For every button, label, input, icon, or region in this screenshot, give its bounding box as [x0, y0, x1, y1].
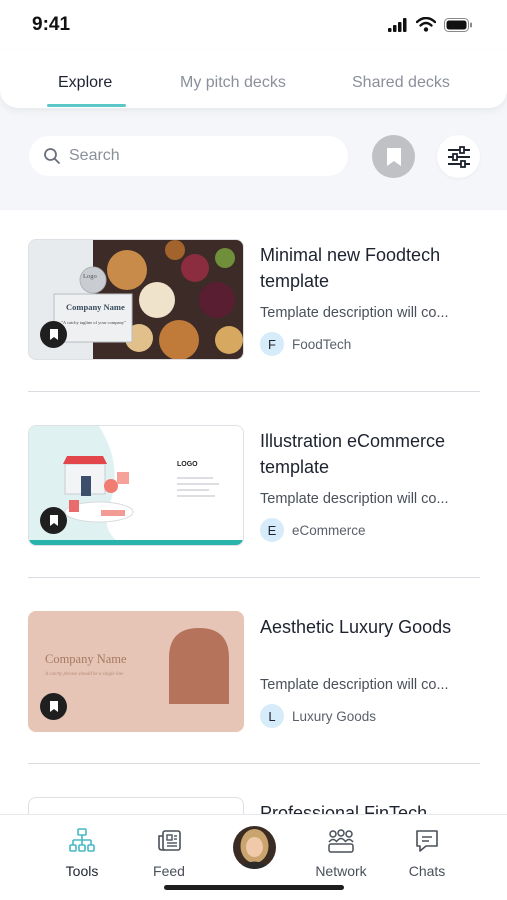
chat-icon — [416, 830, 438, 852]
template-title[interactable]: Illustration eCommerce template — [260, 428, 480, 480]
wifi-icon — [416, 17, 436, 32]
home-indicator — [164, 885, 344, 890]
bookmark-icon — [49, 701, 58, 712]
bottom-nav: Tools Feed Network Chats — [0, 814, 507, 900]
tab-shared-decks[interactable]: Shared decks — [352, 74, 450, 92]
search-input[interactable] — [69, 136, 329, 176]
search-box[interactable] — [29, 136, 348, 176]
feed-icon — [158, 830, 181, 851]
thumb-logo-text: Logo — [83, 273, 97, 280]
signal-icon — [388, 17, 407, 32]
bookmark-icon — [49, 515, 58, 526]
category-badge: F — [260, 332, 284, 356]
tab-explore[interactable]: Explore — [58, 74, 112, 92]
bookmark-filter-button[interactable] — [372, 135, 415, 178]
nav-label: Chats — [408, 863, 446, 879]
status-time: 9:41 — [32, 14, 71, 35]
template-card[interactable]: Professional FinTech — [0, 797, 507, 814]
battery-icon — [444, 17, 472, 32]
category-badge: E — [260, 518, 284, 542]
nav-chats[interactable]: Chats — [387, 827, 467, 879]
hierarchy-icon — [69, 828, 95, 852]
thumb-tagline: "A catchy tagline of your company" — [61, 320, 126, 325]
search-icon — [44, 148, 60, 164]
thumb-tagline: A catchy phrase should be a single line — [45, 672, 124, 677]
divider — [28, 577, 480, 578]
template-title[interactable]: Aesthetic Luxury Goods — [260, 614, 480, 640]
sliders-icon — [447, 145, 470, 168]
template-description: Template description will co... — [260, 491, 449, 507]
nav-feed[interactable]: Feed — [129, 827, 209, 879]
template-thumbnail[interactable]: Company Name A catchy phrase should be a… — [28, 611, 244, 732]
template-thumbnail[interactable]: LOGO — [28, 425, 244, 546]
bookmark-button[interactable] — [40, 693, 67, 720]
network-icon — [328, 829, 354, 853]
nav-tools[interactable]: Tools — [42, 827, 122, 879]
status-bar: 9:41 — [0, 0, 507, 50]
thumb-company-name: Company Name — [66, 302, 125, 312]
template-category: F FoodTech — [260, 332, 351, 356]
template-title[interactable]: Professional FinTech — [260, 800, 480, 814]
template-description: Template description will co... — [260, 305, 449, 321]
nav-label: Feed — [153, 863, 185, 879]
avatar[interactable] — [233, 826, 276, 869]
divider — [28, 391, 480, 392]
bookmark-button[interactable] — [40, 507, 67, 534]
category-label: eCommerce — [292, 522, 366, 538]
active-tab-indicator — [47, 104, 126, 107]
filter-button[interactable] — [437, 135, 480, 178]
category-label: FoodTech — [292, 336, 352, 352]
template-thumbnail[interactable] — [28, 797, 244, 814]
bookmark-icon — [386, 147, 401, 166]
nav-label: Tools — [65, 863, 99, 879]
template-card[interactable]: Company Name A catchy phrase should be a… — [0, 611, 507, 797]
bookmark-icon — [49, 329, 58, 340]
category-badge: L — [260, 704, 284, 728]
status-icons — [388, 17, 473, 32]
thumb-logo-text: LOGO — [177, 461, 198, 468]
category-label: Luxury Goods — [292, 708, 377, 724]
template-thumbnail[interactable]: Logo Company Name "A catchy tagline of y… — [28, 239, 244, 360]
nav-label: Network — [315, 863, 367, 879]
tab-my-pitch-decks[interactable]: My pitch decks — [180, 74, 286, 92]
nav-network[interactable]: Network — [301, 827, 381, 879]
divider — [28, 763, 480, 764]
template-category: E eCommerce — [260, 518, 366, 542]
thumb-company-name: Company Name — [45, 652, 127, 666]
template-card[interactable]: Logo Company Name "A catchy tagline of y… — [0, 239, 507, 425]
template-title[interactable]: Minimal new Foodtech template — [260, 242, 480, 294]
avatar-image — [233, 826, 276, 869]
template-card[interactable]: LOGO Illustration eCommerce template Tem… — [0, 425, 507, 611]
bookmark-button[interactable] — [40, 321, 67, 348]
template-description: Template description will co... — [260, 677, 449, 693]
template-category: L Luxury Goods — [260, 704, 376, 728]
